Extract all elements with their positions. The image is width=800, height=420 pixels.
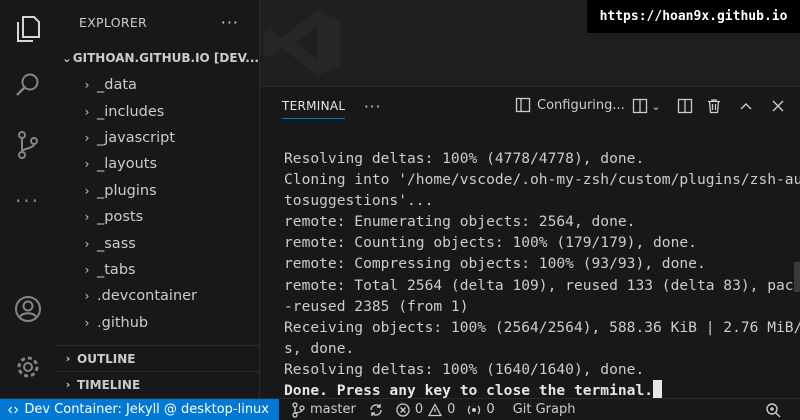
terminal-line: remote: Counting objects: 100% (179/179)… [284,234,697,252]
terminal-select[interactable]: Configuring... [515,97,625,113]
status-bar: Dev Container: Jekyll @ desktop-linux ma… [0,398,800,420]
chevron-right-icon: › [84,262,90,277]
ports-count: 0 [486,402,495,417]
tree-item[interactable]: › _includes [55,98,259,124]
workspace-root[interactable]: ⌄ GITHOAN.GITHUB.IO [DEV... [55,44,259,72]
chevron-right-icon: › [84,78,90,93]
trash-icon[interactable] [704,96,724,116]
warning-icon [428,402,443,416]
terminal-select-label: Configuring... [537,97,625,113]
settings-icon[interactable] [0,344,55,390]
branch-indicator[interactable]: master [291,401,356,418]
tree-item[interactable]: › _tabs [55,257,259,283]
remote-label: Dev Container: Jekyll @ desktop-linux [24,402,269,417]
terminal-layout-icon [515,97,531,113]
chevron-right-icon: › [84,130,90,145]
terminal-line: Resolving deltas: 100% (4778/4778), done… [284,150,645,167]
remote-indicator[interactable]: Dev Container: Jekyll @ desktop-linux [0,398,279,420]
tree-item-label: _sass [97,235,136,252]
sidebar-header: EXPLORER ··· [55,0,259,44]
terminal-cursor [653,380,663,399]
problems-indicator[interactable]: 0 0 [396,402,456,417]
terminal-line: -reused 2385 (from 1) [284,297,469,315]
chevron-right-icon: › [65,352,71,365]
close-icon[interactable] [768,96,788,116]
search-icon[interactable] [0,62,55,108]
chevron-right-icon: › [84,315,90,330]
zoom-icon[interactable] [746,399,800,420]
vscode-logo [264,10,340,76]
tree-item-label: _javascript [97,129,176,146]
ports-indicator[interactable]: 0 [467,402,495,417]
tree-item[interactable]: › _layouts [55,151,259,177]
maximize-panel-icon[interactable] [736,96,756,116]
tree-item[interactable]: › _data [55,72,259,98]
chevron-right-icon: › [84,210,90,225]
terminal-line: tosuggestions'... [284,192,434,210]
error-icon [396,402,410,417]
explorer-icon[interactable] [0,6,55,52]
tree-item[interactable]: › _plugins [55,178,259,204]
tree-item-label: .devcontainer [97,288,198,305]
timeline-section[interactable]: › TIMELINE [55,371,259,397]
terminal-line: Receiving objects: 100% (2564/2564), 588… [284,318,800,336]
chevron-right-icon: › [84,289,90,304]
terminal-line: Cloning into '/home/vscode/.oh-my-zsh/cu… [284,171,800,189]
tree-item[interactable]: › _posts [55,204,259,230]
git-graph-button[interactable]: Git Graph [513,402,576,417]
terminal-line: remote: Total 2564 (delta 109), reused 1… [284,276,800,294]
outline-label: OUTLINE [77,351,136,366]
sidebar-more-icon[interactable]: ··· [221,13,239,32]
chevron-down-icon: ⌄ [62,51,72,65]
activity-bar: ··· [0,0,55,398]
tab-terminal[interactable]: TERMINAL [282,99,346,119]
sync-button[interactable] [368,402,384,418]
workspace-root-label: GITHOAN.GITHUB.IO [DEV... [72,51,259,65]
tree-item-label: .github [97,314,149,331]
branch-icon [292,401,305,418]
chevron-right-icon: › [65,378,71,391]
remote-icon [8,406,19,413]
terminal-panel: TERMINAL ··· Configuring... ⌄ Resolving … [260,86,800,401]
tree-item-label: _tabs [97,261,136,278]
terminal-line: remote: Enumerating objects: 2564, done. [284,213,636,231]
warning-count: 0 [447,402,456,417]
tree-item[interactable]: › _javascript [55,125,259,151]
chevron-right-icon: › [84,157,90,172]
tree-item[interactable]: › .github [55,310,259,336]
sidebar-title: EXPLORER [79,14,148,30]
chevron-down-icon[interactable]: ⌄ [646,96,666,116]
tree-item[interactable]: › .devcontainer [55,283,259,309]
chevron-right-icon: › [84,104,90,119]
tree-item-label: _posts [97,209,144,226]
tree-item-label: _data [97,77,137,94]
tree-item[interactable]: › _sass [55,230,259,256]
tree-item-label: _plugins [97,182,157,199]
explorer-sidebar: EXPLORER ··· ⌄ GITHOAN.GITHUB.IO [DEV...… [55,0,260,398]
chevron-right-icon: › [84,236,90,251]
terminal-line: s, done. [284,339,355,357]
terminal-final-text: Done. Press any key to close the termina… [284,382,654,400]
ports-icon [468,405,481,414]
account-icon[interactable] [0,286,55,332]
chevron-right-icon: › [84,183,90,198]
outline-section[interactable]: › OUTLINE [55,345,259,371]
branch-label: master [310,402,356,417]
watermark-badge: https://hoan9x.github.io [587,0,800,33]
panel-more-icon[interactable]: ··· [364,98,381,116]
more-icon[interactable]: ··· [0,178,55,224]
error-count: 0 [414,402,424,417]
file-tree: › _data › _includes › _javascript › _layouts › _p… [55,72,259,336]
split-editor-icon[interactable] [675,96,695,116]
terminal-output[interactable]: Resolving deltas: 100% (4778/4778), done… [284,148,800,401]
terminal-scrollbar[interactable] [794,262,800,292]
tree-item-label: _layouts [97,156,158,173]
tree-item-label: _includes [97,103,165,120]
terminal-line: remote: Compressing objects: 100% (93/93… [284,255,706,273]
timeline-label: TIMELINE [77,377,141,392]
sync-icon [370,403,382,416]
source-control-icon[interactable] [0,122,55,168]
terminal-line: Resolving deltas: 100% (1640/1640), done… [284,360,645,378]
